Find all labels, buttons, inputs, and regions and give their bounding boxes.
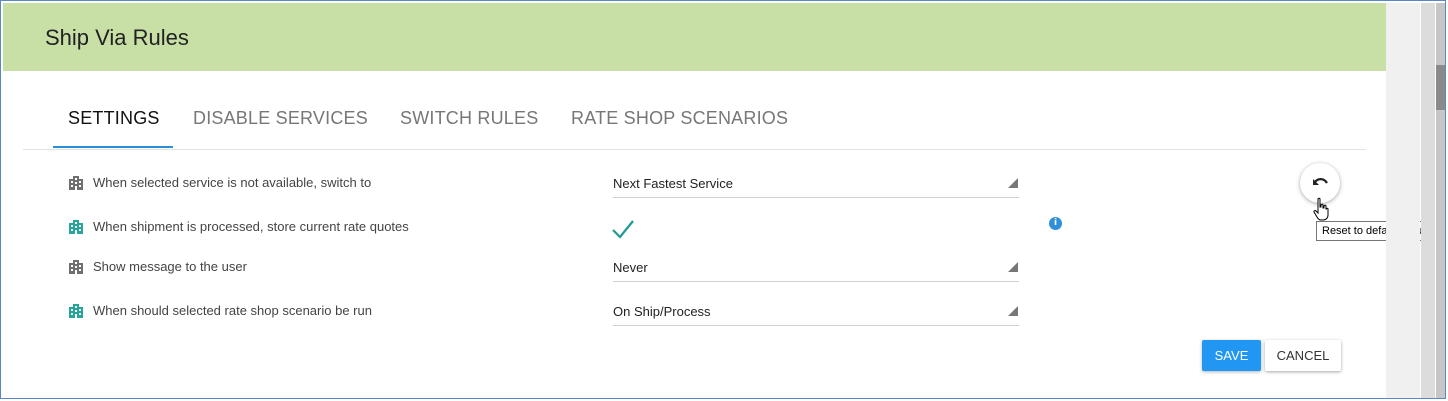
scrollbar-thumb[interactable]	[1436, 65, 1445, 110]
dropdown-caret-icon	[1008, 262, 1018, 272]
rate-shop-run-value: On Ship/Process	[613, 304, 711, 319]
tab-bar: SETTINGS DISABLE SERVICES SWITCH RULES R…	[23, 101, 1366, 150]
cancel-button[interactable]: CANCEL	[1265, 340, 1341, 371]
tab-disable-services[interactable]: DISABLE SERVICES	[193, 108, 368, 129]
rate-shop-run-select[interactable]: On Ship/Process	[613, 297, 1019, 326]
switch-to-select[interactable]: Next Fastest Service	[613, 169, 1019, 198]
show-message-select[interactable]: Never	[613, 253, 1019, 282]
setting-label-store-rate-quotes: When shipment is processed, store curren…	[93, 219, 409, 234]
checkmark-icon[interactable]	[611, 217, 635, 241]
tab-settings[interactable]: SETTINGS	[68, 108, 160, 129]
switch-to-value: Next Fastest Service	[613, 176, 733, 191]
page: Ship Via Rules SETTINGS DISABLE SERVICES…	[3, 3, 1435, 398]
setting-label-rate-shop-run: When should selected rate shop scenario …	[93, 303, 372, 318]
building-icon	[69, 220, 83, 234]
tab-switch-rules[interactable]: SWITCH RULES	[400, 108, 538, 129]
page-header: Ship Via Rules	[3, 3, 1386, 71]
right-gutter	[1386, 3, 1420, 398]
building-icon	[69, 176, 83, 190]
show-message-value: Never	[613, 260, 648, 275]
save-button[interactable]: SAVE	[1202, 340, 1261, 371]
hand-cursor-icon	[1313, 197, 1329, 221]
scrollbar-track[interactable]	[1421, 3, 1435, 398]
setting-label-show-message: Show message to the user	[93, 259, 247, 274]
undo-icon	[1313, 178, 1328, 185]
tab-rate-shop-scenarios[interactable]: RATE SHOP SCENARIOS	[571, 108, 788, 129]
setting-label-switch-to: When selected service is not available, …	[93, 175, 372, 190]
info-icon[interactable]: i	[1049, 217, 1062, 230]
dropdown-caret-icon	[1008, 306, 1018, 316]
outer-scrollbar[interactable]	[1436, 3, 1445, 398]
page-title: Ship Via Rules	[45, 25, 189, 50]
building-icon	[69, 260, 83, 274]
dropdown-caret-icon	[1008, 178, 1018, 188]
building-icon	[69, 304, 83, 318]
active-tab-indicator	[53, 146, 173, 148]
